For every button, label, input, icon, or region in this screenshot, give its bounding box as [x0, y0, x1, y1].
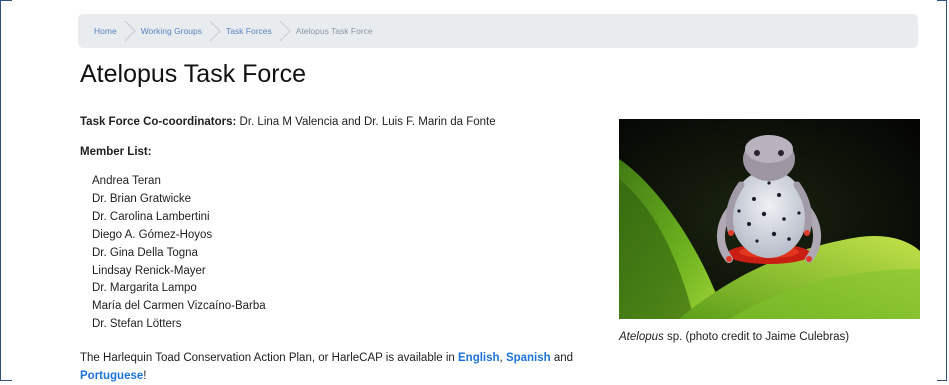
list-item: Dr. Gina Della Togna	[92, 246, 198, 259]
english-link[interactable]: English	[458, 352, 500, 364]
list-item: Dr. Carolina Lambertini	[92, 210, 210, 223]
breadcrumb-home[interactable]: Home	[94, 26, 117, 36]
chevron-right-icon	[208, 20, 222, 42]
portuguese-link[interactable]: Portuguese	[80, 370, 143, 382]
list-item: Dr. Brian Gratwicke	[92, 192, 192, 205]
member-list-heading: Member List:	[80, 146, 152, 158]
coordinators-value: Dr. Lina M Valencia and Dr. Luis F. Mari…	[239, 116, 496, 128]
chevron-right-icon	[278, 20, 292, 42]
and-text: and	[550, 352, 574, 364]
member-list: Andrea Teran Dr. Brian Gratwicke Dr. Car…	[92, 173, 266, 334]
chevron-right-icon	[123, 20, 137, 42]
breadcrumb-working-groups-link[interactable]: Working Groups	[141, 26, 202, 36]
breadcrumb-working-groups[interactable]: Working Groups	[141, 26, 202, 36]
page-title: Atelopus Task Force	[80, 60, 307, 88]
page-content: Home Working Groups Task Forces Atelopus…	[12, 0, 937, 382]
caption-genus: Atelopus	[619, 331, 664, 343]
list-item: Andrea Teran	[92, 175, 161, 187]
photo-caption: Atelopus sp. (photo credit to Jaime Cule…	[619, 331, 849, 343]
list-item: Dr. Margarita Lampo	[92, 282, 197, 295]
list-item: Lindsay Renick-Mayer	[92, 264, 206, 277]
caption-text: sp. (photo credit to Jaime Culebras)	[663, 331, 850, 343]
list-item: Diego A. Gómez-Hoyos	[92, 228, 213, 241]
spanish-link[interactable]: Spanish	[506, 352, 551, 364]
list-item: María del Carmen Vizcaíno-Barba	[92, 300, 266, 313]
harlecap-text: The Harlequin Toad Conservation Action P…	[80, 352, 459, 364]
breadcrumb: Home Working Groups Task Forces Atelopus…	[78, 14, 918, 48]
breadcrumb-home-link[interactable]: Home	[94, 26, 117, 36]
harlecap-paragraph: The Harlequin Toad Conservation Action P…	[80, 349, 600, 385]
breadcrumb-task-forces-link[interactable]: Task Forces	[226, 26, 272, 36]
coordinators-line: Task Force Co-coordinators: Dr. Lina M V…	[80, 116, 496, 128]
coordinators-label: Task Force Co-coordinators:	[80, 116, 237, 128]
exclamation-text: !	[143, 370, 147, 382]
list-item: Dr. Stefan Lötters	[92, 318, 182, 331]
frog-photo	[619, 119, 920, 319]
breadcrumb-task-forces[interactable]: Task Forces	[226, 26, 272, 36]
breadcrumb-current: Atelopus Task Force	[295, 26, 373, 36]
